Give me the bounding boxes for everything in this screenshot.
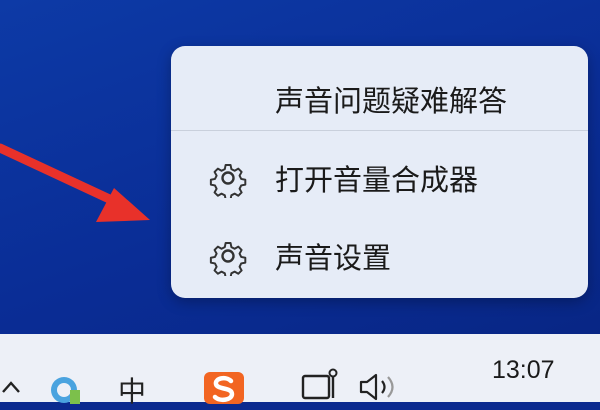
chevron-up-icon[interactable] [0, 376, 24, 396]
menu-item-label: 声音设置 [275, 241, 392, 275]
sogou-input-icon[interactable] [204, 372, 244, 404]
gear-icon [209, 241, 247, 276]
menu-item-open-volume-mixer[interactable]: 打开音量合成器 [171, 143, 588, 213]
menu-separator [171, 130, 588, 131]
app-tray-icon[interactable] [44, 370, 86, 404]
menu-item-label: 打开音量合成器 [275, 163, 479, 197]
menu-item-label: 声音问题疑难解答 [275, 84, 508, 118]
clock-time[interactable]: 13:07 [492, 356, 555, 385]
taskbar: 中 13:07 [0, 334, 600, 408]
network-icon[interactable] [300, 368, 340, 402]
gear-icon [209, 163, 247, 198]
ime-indicator[interactable]: 中 [118, 370, 146, 410]
menu-item-sound-settings[interactable]: 声音设置 [171, 221, 588, 291]
sound-context-menu: 声音问题疑难解答 打开音量合成器 声音设置 [171, 46, 588, 298]
speaker-icon[interactable] [358, 372, 400, 402]
menu-item-sound-troubleshoot[interactable]: 声音问题疑难解答 [171, 64, 588, 134]
